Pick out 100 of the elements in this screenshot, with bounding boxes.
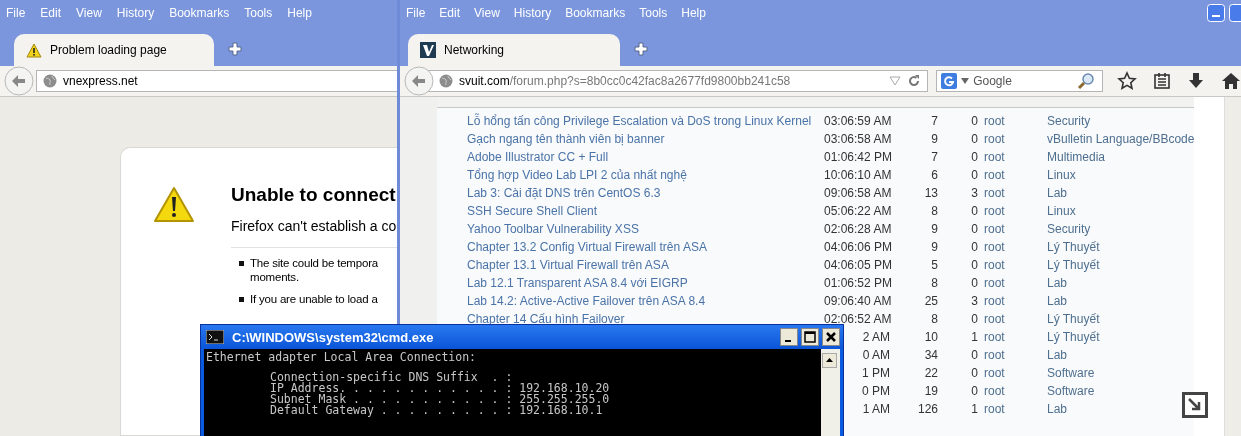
forum-link[interactable]: Linux xyxy=(1047,204,1076,218)
forum-link[interactable]: Lý Thuyết xyxy=(1047,312,1100,326)
post-time: 10:06:10 AM xyxy=(824,168,892,182)
forum-link[interactable]: Lab xyxy=(1047,348,1068,362)
thread-title-link[interactable]: Chapter 14 Cấu hình Failover xyxy=(467,312,625,326)
author-link[interactable]: root xyxy=(984,132,1005,146)
new-tab-icon[interactable] xyxy=(634,42,648,56)
menu-item[interactable]: Edit xyxy=(439,6,461,20)
forum-link[interactable]: Lý Thuyết xyxy=(1047,240,1100,254)
download-icon[interactable] xyxy=(1187,72,1205,90)
star-icon[interactable] xyxy=(1117,71,1137,91)
forum-link[interactable]: Lý Thuyết xyxy=(1047,258,1100,272)
forum-link[interactable]: vBulletin Language/BBcode xyxy=(1047,132,1195,146)
menu-item[interactable]: History xyxy=(116,6,155,20)
close-button[interactable] xyxy=(822,328,840,346)
thread-title-link[interactable]: Lỗ hổng tấn công Privilege Escalation và DoS trong Linux Kernel xyxy=(467,114,812,128)
console-icon xyxy=(206,330,224,344)
new-tab-icon[interactable] xyxy=(228,42,242,56)
reload-icon[interactable] xyxy=(907,74,922,88)
author-link[interactable]: root xyxy=(984,402,1005,416)
author-link[interactable]: root xyxy=(984,276,1005,290)
menu-item[interactable]: Bookmarks xyxy=(565,6,626,20)
bookmarks-list-icon[interactable] xyxy=(1153,72,1171,90)
author-link[interactable]: root xyxy=(984,186,1005,200)
menu-item[interactable]: Help xyxy=(681,6,706,20)
maximize-button[interactable] xyxy=(801,328,819,346)
view-count: 3 xyxy=(970,294,978,308)
thread-title-link[interactable]: Adobe Illustrator CC + Full xyxy=(467,150,609,164)
forum-link[interactable]: Security xyxy=(1047,114,1091,128)
scrollbar[interactable] xyxy=(1224,97,1241,436)
post-time: 09:06:40 AM xyxy=(824,294,892,308)
scroll-up-button[interactable] xyxy=(822,353,837,368)
reply-count: 34 xyxy=(923,348,938,362)
menu-item[interactable]: View xyxy=(474,6,500,20)
thread-title-link[interactable]: Chapter 13.1 Virtual Firewall trên ASA xyxy=(467,258,669,272)
minimize-button[interactable] xyxy=(780,328,798,346)
thread-title-link[interactable]: Gạch ngang tên thành viên bị banner xyxy=(467,132,665,146)
author-link[interactable]: root xyxy=(984,294,1005,308)
author-link[interactable]: root xyxy=(984,114,1005,128)
window-title: C:\WINDOWS\system32\cmd.exe xyxy=(232,329,434,345)
forum-link[interactable]: Linux xyxy=(1047,168,1076,182)
author-link[interactable]: root xyxy=(984,258,1005,272)
browser-tab[interactable]: Networking xyxy=(408,34,620,66)
author-link[interactable]: root xyxy=(984,168,1005,182)
thread-title-link[interactable]: Lab 12.1 Transparent ASA 8.4 với EIGRP xyxy=(467,276,688,290)
back-button[interactable] xyxy=(4,66,34,96)
post-time: 03:06:59 AM xyxy=(824,114,892,128)
reply-count: 10 xyxy=(923,330,938,344)
search-bar[interactable]: Google xyxy=(936,70,1103,92)
forum-link[interactable]: Lab xyxy=(1047,186,1068,200)
reply-count: 7 xyxy=(930,114,938,128)
author-link[interactable]: root xyxy=(984,330,1005,344)
author-link[interactable]: root xyxy=(984,150,1005,164)
home-icon[interactable] xyxy=(1221,72,1241,90)
console-line: Ethernet adapter Local Area Connection: xyxy=(206,352,478,363)
site-logo-icon xyxy=(420,42,436,58)
menu-item[interactable]: Edit xyxy=(40,6,62,20)
browser-tab[interactable]: Problem loading page xyxy=(14,34,214,66)
address-bar[interactable]: vnexpress.net xyxy=(36,70,397,92)
forum-link[interactable]: Lab xyxy=(1047,276,1068,290)
author-link[interactable]: root xyxy=(984,348,1005,362)
menu-item[interactable]: Help xyxy=(287,6,312,20)
back-button[interactable] xyxy=(404,66,434,96)
bullet-text: moments. xyxy=(250,270,300,284)
forum-link[interactable]: Lab xyxy=(1047,402,1068,416)
menu-item[interactable]: Tools xyxy=(639,6,668,20)
author-link[interactable]: root xyxy=(984,384,1005,398)
view-count: 0 xyxy=(970,132,978,146)
reply-count: 9 xyxy=(930,132,938,146)
thread-title-link[interactable]: Yahoo Toolbar Vulnerability XSS xyxy=(467,222,639,236)
forum-link[interactable]: Lab xyxy=(1047,294,1068,308)
search-icon[interactable] xyxy=(1077,72,1096,90)
post-time: 04:06:05 PM xyxy=(824,258,893,272)
forum-link[interactable]: Software xyxy=(1047,384,1095,398)
menu-item[interactable]: Tools xyxy=(244,6,273,20)
author-link[interactable]: root xyxy=(984,240,1005,254)
menu-item[interactable]: Bookmarks xyxy=(169,6,230,20)
thread-title-link[interactable]: Chapter 13.2 Config Virtual Firewall trên ASA xyxy=(467,240,707,254)
author-link[interactable]: root xyxy=(984,222,1005,236)
author-link[interactable]: root xyxy=(984,312,1005,326)
forum-link[interactable]: Security xyxy=(1047,222,1091,236)
scrollbar[interactable] xyxy=(821,349,840,436)
author-link[interactable]: root xyxy=(984,366,1005,380)
menu-item[interactable]: History xyxy=(513,6,552,20)
thread-title-link[interactable]: SSH Secure Shell Client xyxy=(467,204,598,218)
menu-item[interactable]: View xyxy=(76,6,102,20)
warning-icon xyxy=(153,186,195,224)
reply-count: 126 xyxy=(916,402,938,416)
forum-link[interactable]: Multimedia xyxy=(1047,150,1106,164)
expand-icon[interactable] xyxy=(1182,392,1208,418)
dropdown-icon[interactable] xyxy=(961,78,970,84)
forum-link[interactable]: Software xyxy=(1047,366,1095,380)
thread-title-link[interactable]: Lab 14.2: Active-Active Failover trên ASA 8.4 xyxy=(467,294,706,308)
thread-title-link[interactable]: Tổng hợp Video Lab LPI 2 của nhất nghệ xyxy=(467,168,687,182)
menu-item[interactable]: File xyxy=(6,6,26,20)
menu-item[interactable]: File xyxy=(406,6,426,20)
forum-link[interactable]: Lý Thuyết xyxy=(1047,330,1100,344)
author-link[interactable]: root xyxy=(984,204,1005,218)
bullet-text: The site could be tempora xyxy=(250,256,378,270)
thread-title-link[interactable]: Lab 3: Cài đặt DNS trên CentOS 6.3 xyxy=(467,186,661,200)
